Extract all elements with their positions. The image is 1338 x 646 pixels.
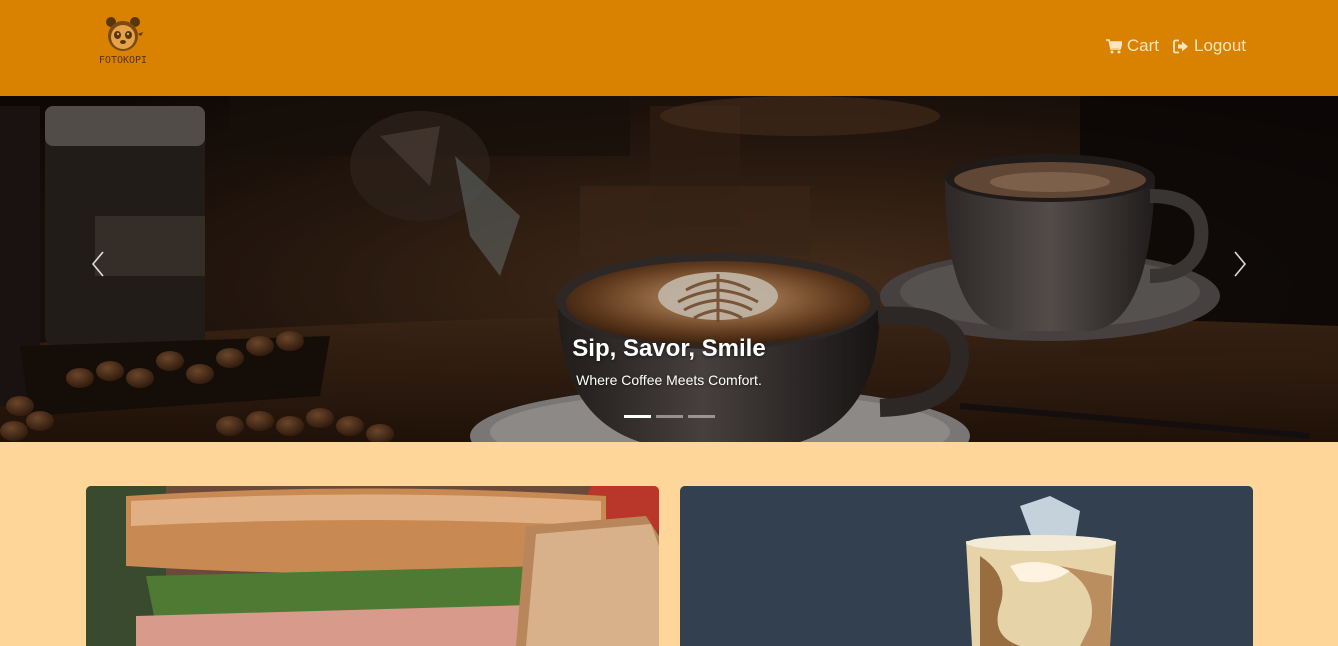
cart-label: Cart [1126,36,1159,55]
carousel-indicator-1[interactable] [624,415,651,418]
sandwich-photo [86,486,659,646]
carousel-next-button[interactable] [1220,246,1260,286]
panda-logo-icon [96,14,150,54]
product-card-iced-coffee[interactable] [680,486,1253,646]
navbar: FOTOKOPI Cart Logout [0,0,1338,96]
brand-name: FOTOKOPI [98,55,148,66]
carousel-caption: Sip, Savor, Smile Where Coffee Meets Com… [0,334,1338,388]
logout-label: Logout [1194,36,1246,55]
slide-text: Where Coffee Meets Comfort. [576,372,762,388]
chevron-right-icon [1232,250,1248,283]
carousel-indicators [624,415,715,418]
sign-out-icon [1173,39,1189,54]
carousel-indicator-3[interactable] [688,415,715,418]
chevron-left-icon [90,250,106,283]
cart-link[interactable]: Cart [1105,36,1159,56]
slide-title: Sip, Savor, Smile [572,335,766,362]
iced-coffee-photo [680,486,1253,646]
carousel-prev-button[interactable] [78,246,118,286]
hero-carousel: Sip, Savor, Smile Where Coffee Meets Com… [0,96,1338,442]
nav-links: Cart Logout [1105,36,1246,56]
brand-logo[interactable]: FOTOKOPI [96,14,150,74]
shopping-cart-icon [1105,38,1122,54]
product-card-sandwich[interactable] [86,486,659,646]
carousel-indicator-2[interactable] [656,415,683,418]
coffee-hero-image [0,96,1338,442]
logout-link[interactable]: Logout [1173,36,1246,56]
